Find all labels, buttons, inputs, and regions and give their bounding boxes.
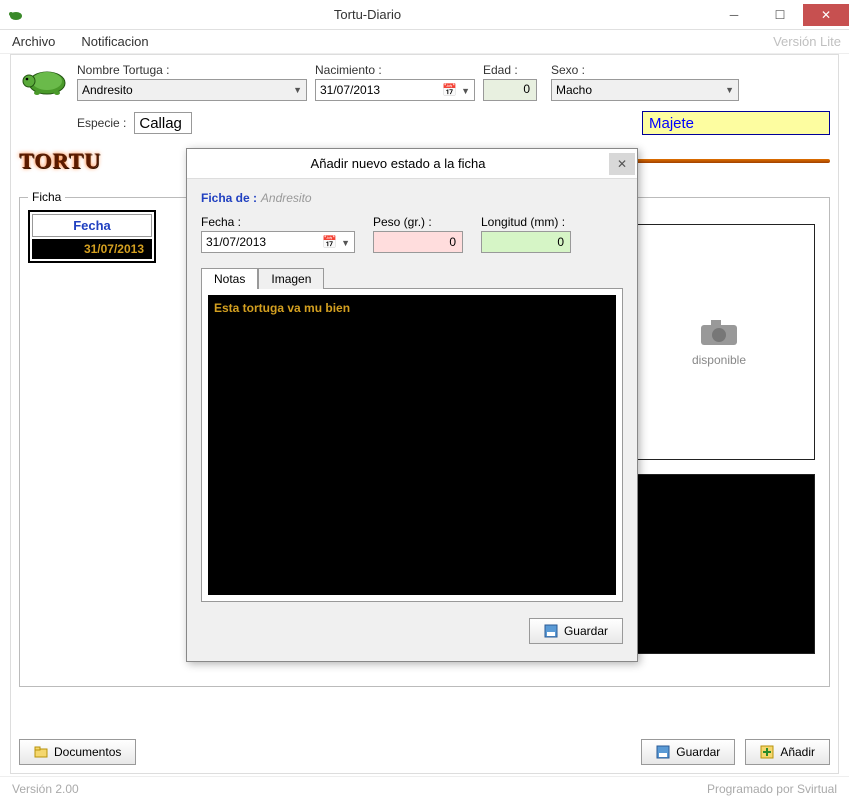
guardar-label: Guardar — [676, 745, 720, 759]
tab-content — [201, 288, 623, 602]
tab-notas[interactable]: Notas — [201, 268, 258, 289]
window-titlebar: Tortu-Diario ─ ☐ ✕ — [0, 0, 849, 30]
window-title: Tortu-Diario — [24, 7, 711, 22]
ficha-legend: Ficha — [28, 190, 65, 204]
sexo-value: Macho — [556, 83, 592, 97]
ficha-de-name: Andresito — [261, 191, 312, 205]
chevron-down-icon: ▼ — [293, 85, 302, 95]
documentos-button[interactable]: Documentos — [19, 739, 136, 765]
dialog-guardar-button[interactable]: Guardar — [529, 618, 623, 644]
anadir-label: Añadir — [780, 745, 815, 759]
bottom-bar: Documentos Guardar Añadir — [19, 739, 830, 765]
nacimiento-value: 31/07/2013 — [320, 83, 380, 97]
nombre-value: Andresito — [82, 83, 133, 97]
nombre-label: Nombre Tortuga : — [77, 63, 307, 77]
calendar-icon: 📅▼ — [442, 83, 470, 97]
col-fecha[interactable]: Fecha — [32, 214, 152, 237]
nacimiento-label: Nacimiento : — [315, 63, 475, 77]
dlg-fecha-label: Fecha : — [201, 215, 355, 229]
nacimiento-date[interactable]: 31/07/2013 📅▼ — [315, 79, 475, 101]
edad-value: 0 — [483, 79, 537, 101]
save-icon — [544, 624, 558, 638]
especie-label: Especie : — [77, 116, 126, 130]
documentos-label: Documentos — [54, 745, 121, 759]
turtle-icon — [19, 63, 69, 99]
dlg-long-label: Longitud (mm) : — [481, 215, 571, 229]
especie-input[interactable] — [134, 112, 192, 134]
ficha-de-row: Ficha de : Andresito — [201, 189, 623, 205]
menu-archivo[interactable]: Archivo — [8, 32, 59, 51]
ficha-de-label: Ficha de : — [201, 191, 257, 205]
dlg-peso-input[interactable] — [373, 231, 463, 253]
image-text: disponible — [692, 353, 746, 367]
close-button[interactable]: ✕ — [803, 4, 849, 26]
tab-imagen[interactable]: Imagen — [258, 268, 324, 289]
dialog-close-button[interactable]: ✕ — [609, 153, 635, 175]
table-row[interactable]: 31/07/2013 — [32, 239, 152, 259]
status-bar: Versión 2.00 Programado por Svirtual — [0, 776, 849, 800]
dialog-guardar-label: Guardar — [564, 624, 608, 638]
app-logo: TORTU — [19, 148, 101, 174]
edad-label: Edad : — [483, 63, 543, 77]
image-placeholder: disponible — [623, 224, 815, 460]
sexo-label: Sexo : — [551, 63, 739, 77]
maximize-button[interactable]: ☐ — [757, 4, 803, 26]
dialog-titlebar: Añadir nuevo estado a la ficha ✕ — [187, 149, 637, 179]
dlg-fecha-input[interactable]: 31/07/2013 📅▼ — [201, 231, 355, 253]
preview-box — [623, 474, 815, 654]
save-icon — [656, 745, 670, 759]
add-state-dialog: Añadir nuevo estado a la ficha ✕ Ficha d… — [186, 148, 638, 662]
anadir-button[interactable]: Añadir — [745, 739, 830, 765]
folder-icon — [34, 745, 48, 759]
dlg-fecha-value: 31/07/2013 — [206, 235, 266, 249]
dlg-long-input[interactable] — [481, 231, 571, 253]
version-label: Versión 2.00 — [12, 782, 79, 796]
sexo-select[interactable]: Macho ▼ — [551, 79, 739, 101]
menu-bar: Archivo Notificacion Versión Lite — [0, 30, 849, 54]
notes-textarea[interactable] — [208, 295, 616, 595]
camera-icon — [699, 317, 739, 347]
dialog-title: Añadir nuevo estado a la ficha — [187, 156, 609, 171]
chevron-down-icon: ▼ — [725, 85, 734, 95]
credit-label: Programado por Svirtual — [707, 782, 837, 796]
add-icon — [760, 745, 774, 759]
menu-notificacion[interactable]: Notificacion — [77, 32, 152, 51]
guardar-button[interactable]: Guardar — [641, 739, 735, 765]
dlg-peso-label: Peso (gr.) : — [373, 215, 463, 229]
minimize-button[interactable]: ─ — [711, 4, 757, 26]
calendar-icon: 📅▼ — [322, 235, 350, 249]
majete-input[interactable] — [642, 111, 830, 135]
ficha-table: Fecha 31/07/2013 — [28, 210, 156, 263]
nombre-select[interactable]: Andresito ▼ — [77, 79, 307, 101]
app-icon — [8, 7, 24, 23]
version-lite-label: Versión Lite — [773, 34, 841, 49]
